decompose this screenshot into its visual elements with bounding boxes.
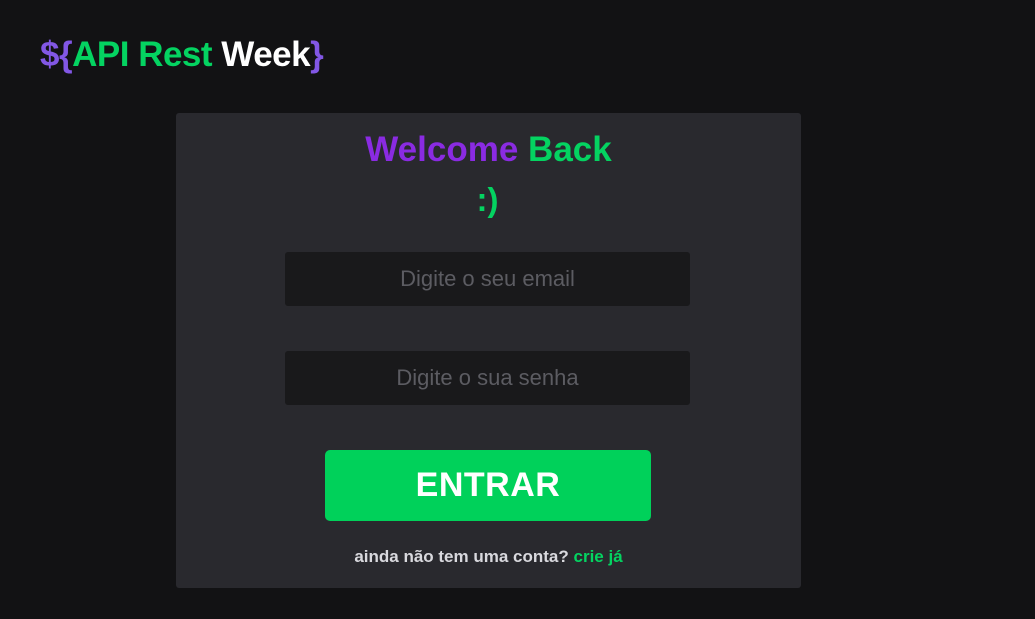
- logo-prefix: ${: [40, 35, 73, 74]
- smiley-text: :): [476, 181, 499, 218]
- welcome-title-word1: Welcome: [365, 130, 519, 169]
- signup-link[interactable]: crie já: [574, 547, 623, 566]
- logo-word-rest: Rest: [138, 35, 213, 74]
- app-logo: ${API Rest Week}: [40, 34, 324, 76]
- signup-prompt: ainda não tem uma conta? crie já: [176, 546, 801, 568]
- welcome-title-word2: Back: [528, 130, 612, 169]
- logo-word-week: Week: [221, 35, 311, 74]
- login-button[interactable]: ENTRAR: [325, 450, 651, 521]
- logo-word-api: API: [72, 35, 129, 74]
- email-input[interactable]: [285, 252, 690, 306]
- logo-suffix: }: [310, 35, 324, 74]
- welcome-title: Welcome Back: [176, 128, 801, 172]
- signup-text: ainda não tem uma conta?: [354, 547, 569, 566]
- password-input[interactable]: [285, 351, 690, 405]
